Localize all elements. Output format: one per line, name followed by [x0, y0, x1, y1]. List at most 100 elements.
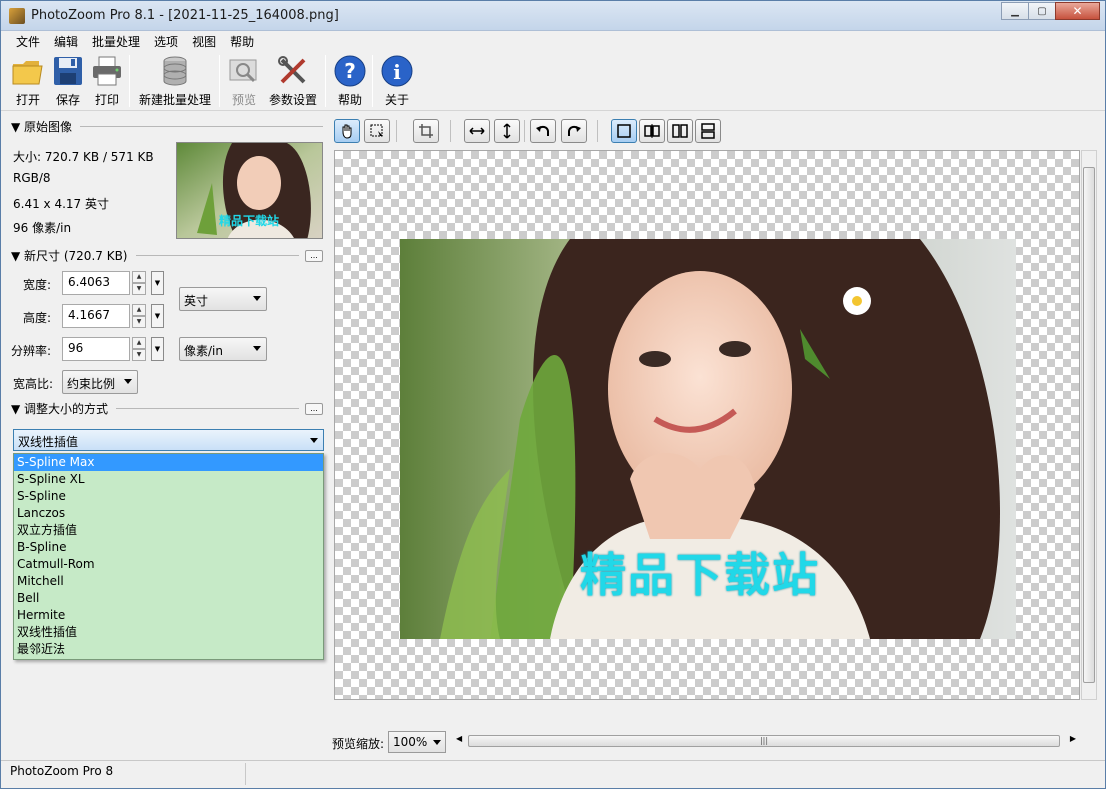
- close-button[interactable]: ✕: [1055, 2, 1100, 20]
- method-option-hermite[interactable]: Hermite: [14, 607, 323, 624]
- height-label: 高度:: [22, 311, 51, 325]
- method-option-s-spline-xl[interactable]: S-Spline XL: [14, 471, 323, 488]
- new-size-header[interactable]: ▼ 新尺寸 (720.7 KB) ...: [11, 247, 323, 264]
- preview-icon: [227, 54, 261, 88]
- method-option-s-spline-max[interactable]: S-Spline Max: [14, 454, 323, 471]
- rotate-right-icon: [568, 125, 581, 136]
- window-title: PhotoZoom Pro 8.1 - [2021-11-25_164008.p…: [31, 8, 339, 23]
- open-button[interactable]: 打开: [11, 54, 45, 108]
- settings-button[interactable]: 参数设置: [268, 54, 318, 108]
- menu-options[interactable]: 选项: [147, 33, 185, 50]
- status-text: PhotoZoom Pro 8: [10, 764, 114, 778]
- method-option-mitchell[interactable]: Mitchell: [14, 573, 323, 590]
- new-size-more-button[interactable]: ...: [305, 249, 323, 262]
- hand-icon: [342, 124, 352, 139]
- about-button[interactable]: i 关于: [380, 54, 414, 108]
- method-option-lanczos[interactable]: Lanczos: [14, 505, 323, 522]
- menu-bar: 文件 编辑 批量处理 选项 视图 帮助: [1, 31, 1105, 51]
- vertical-arrows-icon: [503, 123, 511, 139]
- horizontal-scroll-thumb[interactable]: |||: [468, 735, 1060, 747]
- database-icon: [158, 54, 192, 88]
- toolbar: 打开 保存 打印 新建批量处理 预览 参数设置 ? 帮助 i 关于: [1, 51, 1105, 111]
- status-bar: PhotoZoom Pro 8: [1, 760, 1105, 788]
- split-view-button[interactable]: [639, 119, 665, 143]
- preview-canvas[interactable]: 精品下载站: [334, 150, 1080, 700]
- size-unit-select[interactable]: 英寸: [179, 287, 267, 311]
- method-option-catmull-rom[interactable]: Catmull-Rom: [14, 556, 323, 573]
- stacked-view-button[interactable]: [695, 119, 721, 143]
- print-button[interactable]: 打印: [90, 54, 124, 108]
- fit-width-button[interactable]: [464, 119, 490, 143]
- marquee-tool-button[interactable]: [364, 119, 390, 143]
- rotate-left-icon: [536, 125, 549, 136]
- width-dropdown-button[interactable]: ▼: [151, 271, 164, 295]
- menu-help[interactable]: 帮助: [223, 33, 261, 50]
- resolution-input[interactable]: 96: [62, 337, 130, 361]
- aspect-ratio-select[interactable]: 约束比例: [62, 370, 138, 394]
- resize-method-more-button[interactable]: ...: [305, 402, 323, 415]
- menu-view[interactable]: 视图: [185, 33, 223, 50]
- height-input[interactable]: 4.1667: [62, 304, 130, 328]
- menu-file[interactable]: 文件: [9, 33, 47, 50]
- vertical-scrollbar[interactable]: [1081, 150, 1097, 700]
- crop-tool-button[interactable]: [413, 119, 439, 143]
- side-by-side-icon: [672, 124, 688, 138]
- width-label: 宽度:: [22, 278, 51, 292]
- scroll-right-icon[interactable]: ▶: [1070, 734, 1076, 743]
- menu-edit[interactable]: 编辑: [47, 33, 85, 50]
- single-view-button[interactable]: [611, 119, 637, 143]
- width-spinner[interactable]: ▲ ▼: [132, 271, 146, 295]
- width-input[interactable]: 6.4063: [62, 271, 130, 295]
- fit-height-button[interactable]: [494, 119, 520, 143]
- method-option-b-spline[interactable]: B-Spline: [14, 539, 323, 556]
- height-spinner[interactable]: ▲ ▼: [132, 304, 146, 328]
- side-by-side-view-button[interactable]: [667, 119, 693, 143]
- method-option-s-spline[interactable]: S-Spline: [14, 488, 323, 505]
- aspect-ratio-label: 宽高比:: [13, 377, 54, 391]
- svg-text:精品下载站: 精品下载站: [219, 213, 279, 228]
- method-option-nearest[interactable]: 最邻近法: [14, 641, 323, 658]
- resolution-unit-select[interactable]: 像素/in: [179, 337, 267, 361]
- chevron-down-icon: [310, 438, 318, 443]
- chevron-down-icon: [124, 379, 132, 384]
- horizontal-scrollbar[interactable]: ◀ ||| ▶: [454, 733, 1076, 749]
- chevron-down-icon: [433, 740, 441, 745]
- resolution-dropdown-button[interactable]: ▼: [151, 337, 164, 361]
- method-option-bilinear[interactable]: 双线性插值: [14, 624, 323, 641]
- original-image-header[interactable]: ▼ 原始图像: [11, 118, 323, 135]
- resize-method-select[interactable]: 双线性插值: [13, 429, 324, 451]
- method-option-bicubic[interactable]: 双立方插值: [14, 522, 323, 539]
- minimize-button[interactable]: ▁: [1001, 2, 1029, 20]
- stacked-view-icon: [701, 123, 715, 139]
- method-option-bell[interactable]: Bell: [14, 590, 323, 607]
- title-bar: PhotoZoom Pro 8.1 - [2021-11-25_164008.p…: [1, 1, 1105, 31]
- help-button[interactable]: ? 帮助: [333, 54, 367, 108]
- folder-icon: [11, 54, 45, 88]
- tools-icon: [276, 54, 310, 88]
- resolution-label: 分辨率:: [10, 344, 51, 358]
- scroll-left-icon[interactable]: ◀: [456, 734, 462, 743]
- maximize-button[interactable]: ▢: [1028, 2, 1056, 20]
- app-window: PhotoZoom Pro 8.1 - [2021-11-25_164008.p…: [0, 0, 1106, 789]
- vertical-scroll-thumb[interactable]: [1083, 167, 1095, 683]
- resolution-spinner[interactable]: ▲ ▼: [132, 337, 146, 361]
- save-button[interactable]: 保存: [51, 54, 85, 108]
- app-icon: [9, 8, 25, 24]
- info-icon: i: [380, 54, 414, 88]
- height-dropdown-button[interactable]: ▼: [151, 304, 164, 328]
- resize-method-header[interactable]: ▼ 调整大小的方式 ...: [11, 400, 323, 417]
- menu-batch[interactable]: 批量处理: [85, 33, 147, 50]
- zoom-bar: 预览缩放: 100% ◀ ||| ▶: [332, 729, 1105, 755]
- new-batch-button[interactable]: 新建批量处理: [138, 54, 212, 108]
- resize-method-dropdown-list: S-Spline Max S-Spline XL S-Spline Lanczo…: [13, 453, 324, 660]
- rotate-right-button[interactable]: [561, 119, 587, 143]
- chevron-down-icon: [253, 346, 261, 351]
- resolution-info: 96 像素/in: [13, 221, 72, 235]
- help-icon: ?: [333, 54, 367, 88]
- hand-tool-button[interactable]: [334, 119, 360, 143]
- printer-icon: [90, 54, 124, 88]
- rotate-left-button[interactable]: [530, 119, 556, 143]
- zoom-select[interactable]: 100%: [388, 731, 446, 753]
- split-view-icon: [644, 124, 660, 138]
- preview-button[interactable]: 预览: [227, 54, 261, 108]
